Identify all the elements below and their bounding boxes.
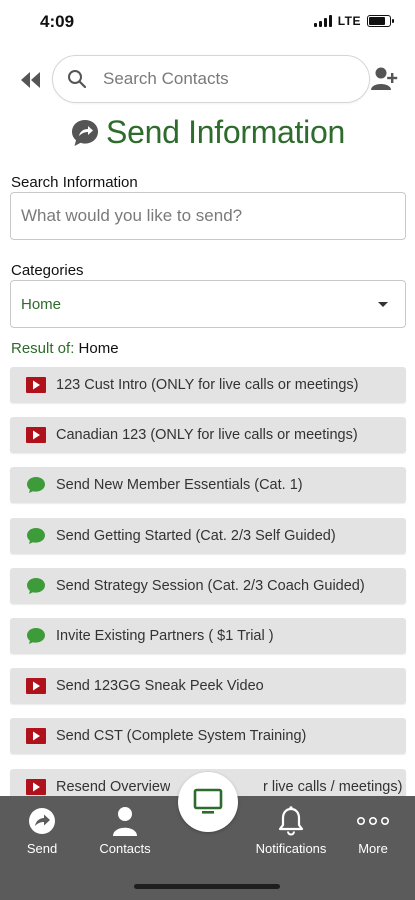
result-list: 123 Cust Intro (ONLY for live calls or m… xyxy=(10,367,406,819)
categories-label: Categories xyxy=(11,262,84,279)
nav-send-label: Send xyxy=(26,841,58,856)
search-contacts-input[interactable] xyxy=(103,69,343,89)
rewind-back-icon xyxy=(21,72,40,88)
status-time: 4:09 xyxy=(40,12,75,31)
list-item[interactable]: Invite Existing Partners ( $1 Trial ) xyxy=(10,617,406,654)
nav-send[interactable]: Send xyxy=(0,804,84,856)
nav-contacts-label: Contacts xyxy=(99,841,151,856)
nav-more-label: More xyxy=(358,841,388,856)
list-item-label: Resend Overview xyxy=(56,778,171,795)
list-item-label: Send 123GG Sneak Peek Video xyxy=(56,678,264,695)
list-item-label: Send Strategy Session (Cat. 2/3 Coach Gu… xyxy=(56,577,365,594)
list-item-label: Canadian 123 (ONLY for live calls or mee… xyxy=(56,427,358,444)
bell-icon xyxy=(278,806,304,836)
send-chat-icon xyxy=(72,119,99,146)
status-bar: 4:09 LTE xyxy=(0,0,415,46)
list-item-label: Invite Existing Partners ( $1 Trial ) xyxy=(56,627,274,644)
page-title: Send Information xyxy=(106,114,345,150)
video-play-icon xyxy=(26,778,46,796)
nav-contacts[interactable]: Contacts xyxy=(83,804,167,856)
more-dots-icon xyxy=(356,816,389,826)
search-information-input[interactable] xyxy=(10,192,406,240)
search-information-label: Search Information xyxy=(11,174,138,191)
video-play-icon xyxy=(26,376,46,394)
categories-dropdown[interactable]: Home xyxy=(10,280,406,328)
signal-icon xyxy=(313,15,332,27)
list-item[interactable]: Send Getting Started (Cat. 2/3 Self Guid… xyxy=(10,517,406,554)
nav-notifications[interactable]: Notifications xyxy=(249,804,333,856)
send-icon xyxy=(29,808,55,834)
status-indicators: LTE xyxy=(313,14,394,28)
back-button[interactable] xyxy=(16,66,46,94)
search-contacts-bar[interactable] xyxy=(52,55,370,103)
result-heading: Result of: Home xyxy=(11,340,119,357)
presentation-button[interactable] xyxy=(178,772,238,832)
list-item-label: Send CST (Complete System Training) xyxy=(56,728,307,745)
list-item[interactable]: 123 Cust Intro (ONLY for live calls or m… xyxy=(10,367,406,403)
list-item[interactable]: Send CST (Complete System Training) xyxy=(10,718,406,755)
chat-bubble-icon xyxy=(26,476,46,494)
video-play-icon xyxy=(26,677,46,695)
list-item-label-tail: r live calls / meetings) xyxy=(263,778,403,795)
list-item-label: Send New Member Essentials (Cat. 1) xyxy=(56,477,303,494)
list-item[interactable]: Send New Member Essentials (Cat. 1) xyxy=(10,467,406,504)
list-item[interactable]: Canadian 123 (ONLY for live calls or mee… xyxy=(10,417,406,454)
chevron-down-icon xyxy=(378,301,388,307)
result-category: Home xyxy=(78,340,119,357)
battery-icon xyxy=(367,15,394,27)
video-play-icon xyxy=(26,727,46,745)
video-play-icon xyxy=(26,426,46,444)
network-type: LTE xyxy=(337,14,361,28)
add-contact-button[interactable] xyxy=(369,64,399,94)
list-item-label: 123 Cust Intro (ONLY for live calls or m… xyxy=(56,377,359,393)
search-icon xyxy=(68,70,87,89)
chat-bubble-icon xyxy=(26,527,46,545)
person-icon xyxy=(113,807,137,836)
result-prefix: Result of: xyxy=(11,340,75,357)
list-item[interactable]: Send 123GG Sneak Peek Video xyxy=(10,668,406,705)
list-item[interactable]: Send Strategy Session (Cat. 2/3 Coach Gu… xyxy=(10,567,406,604)
chat-bubble-icon xyxy=(26,627,46,645)
list-item-label: Send Getting Started (Cat. 2/3 Self Guid… xyxy=(56,527,336,544)
nav-notifications-label: Notifications xyxy=(255,841,327,856)
add-person-icon xyxy=(371,67,398,90)
categories-selected-value: Home xyxy=(21,295,62,313)
nav-more[interactable]: More xyxy=(331,804,415,856)
chat-bubble-icon xyxy=(26,577,46,595)
monitor-icon xyxy=(193,788,223,814)
home-indicator xyxy=(134,884,280,889)
page-title-row: Send Information xyxy=(0,114,415,151)
